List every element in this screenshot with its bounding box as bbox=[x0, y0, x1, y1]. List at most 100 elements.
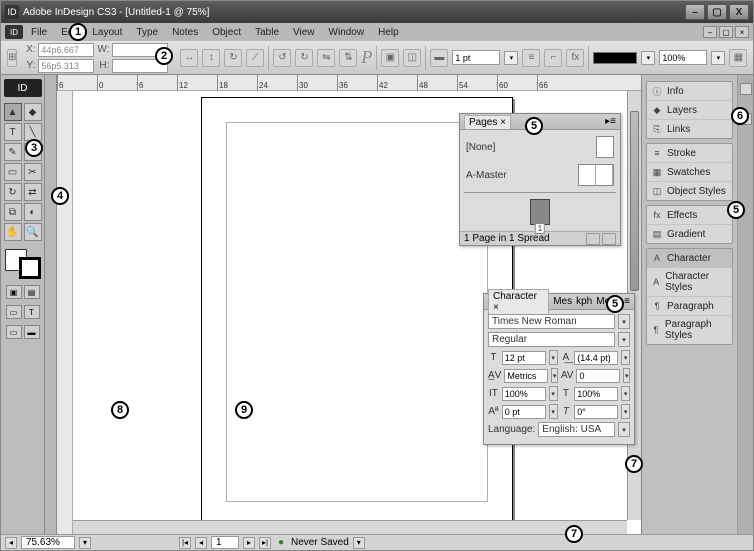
rectangle-tool[interactable]: ✂ bbox=[24, 163, 42, 181]
preflight-ok-icon[interactable]: ● bbox=[275, 537, 287, 549]
stroke-proxy-icon[interactable] bbox=[19, 257, 41, 279]
fill-dropdown[interactable]: ▾ bbox=[641, 51, 655, 65]
menu-object[interactable]: Object bbox=[206, 25, 247, 40]
stroke-style-icon[interactable]: ≡ bbox=[522, 49, 540, 67]
font-style-dropdown-icon[interactable]: ▾ bbox=[618, 332, 630, 347]
font-size-dropdown-icon[interactable]: ▾ bbox=[549, 350, 558, 365]
strip-icon[interactable] bbox=[740, 113, 752, 125]
flip-h-icon[interactable]: ⇋ bbox=[317, 49, 335, 67]
skew-input[interactable] bbox=[574, 405, 618, 419]
stroke-weight-input[interactable] bbox=[452, 50, 500, 65]
char-tab4[interactable]: Mes bbox=[596, 296, 615, 307]
menu-window[interactable]: Window bbox=[323, 25, 371, 40]
window-max-button[interactable]: ▢ bbox=[707, 4, 727, 20]
pages-tab[interactable]: Pages × bbox=[464, 115, 511, 129]
reference-point-icon[interactable]: ⊞ bbox=[7, 49, 17, 67]
leading-dropdown-icon[interactable]: ▾ bbox=[621, 350, 630, 365]
pencil-tool[interactable]: ▭ bbox=[24, 143, 42, 161]
panel-gradient[interactable]: ▤Gradient bbox=[647, 225, 732, 243]
line-tool[interactable]: ╲ bbox=[24, 123, 42, 141]
baseline-dropdown-icon[interactable]: ▾ bbox=[549, 404, 558, 419]
menu-layout[interactable]: Layout bbox=[86, 25, 128, 40]
pages-panel-header[interactable]: Pages × ▸≡ bbox=[460, 114, 620, 130]
tracking-dropdown-icon[interactable]: ▾ bbox=[623, 368, 630, 383]
skew-dropdown-icon[interactable]: ▾ bbox=[621, 404, 630, 419]
select-content-icon[interactable]: ◫ bbox=[403, 49, 421, 67]
rectangle-frame-tool[interactable]: ▭ bbox=[4, 163, 22, 181]
panel-paragraph[interactable]: ¶Paragraph bbox=[647, 297, 732, 316]
panel-info[interactable]: ⓘInfo bbox=[647, 82, 732, 101]
mdi-close-button[interactable]: × bbox=[735, 26, 749, 38]
last-page-button[interactable]: ▸| bbox=[259, 537, 271, 549]
page-number-field[interactable]: 1 bbox=[211, 536, 239, 549]
character-panel-menu-icon[interactable]: ▸≡ bbox=[619, 296, 630, 307]
gradient-tool[interactable]: ◐ bbox=[24, 203, 42, 221]
fill-swatch[interactable] bbox=[593, 52, 637, 64]
language-dropdown-icon[interactable]: ▾ bbox=[618, 422, 630, 437]
menu-view[interactable]: View bbox=[287, 25, 321, 40]
zoom-dropdown[interactable]: ▾ bbox=[711, 51, 725, 65]
formatting-text-icon[interactable]: T bbox=[24, 305, 40, 319]
zoom-dropdown-icon[interactable]: ▾ bbox=[79, 537, 91, 549]
panel-effects[interactable]: fxEffects bbox=[647, 206, 732, 225]
menu-notes[interactable]: Notes bbox=[166, 25, 204, 40]
horizontal-scrollbar[interactable] bbox=[73, 520, 627, 534]
current-page-thumb[interactable] bbox=[530, 199, 550, 225]
font-family-dropdown-icon[interactable]: ▾ bbox=[618, 314, 630, 329]
vertical-ruler[interactable] bbox=[57, 91, 73, 534]
cp-h-input[interactable] bbox=[112, 59, 168, 73]
effects-icon[interactable]: fx bbox=[566, 49, 584, 67]
spread-thumb-icon[interactable] bbox=[578, 164, 614, 186]
corner-icon[interactable]: ⌐ bbox=[544, 49, 562, 67]
scroll-thumb[interactable] bbox=[630, 111, 639, 291]
menu-type[interactable]: Type bbox=[130, 25, 164, 40]
rotate-tool[interactable]: ⇄ bbox=[24, 183, 42, 201]
pen-tool[interactable]: ✎ bbox=[4, 143, 22, 161]
mdi-min-button[interactable]: – bbox=[703, 26, 717, 38]
flip-v-icon[interactable]: ⇅ bbox=[339, 49, 357, 67]
hand-tool[interactable]: ✋ bbox=[4, 223, 22, 241]
type-tool[interactable]: T bbox=[4, 123, 22, 141]
fill-stroke-proxy[interactable] bbox=[5, 249, 41, 279]
stroke-icon[interactable]: ▬ bbox=[430, 49, 448, 67]
scale-y-icon[interactable]: ↕ bbox=[202, 49, 220, 67]
panel-swatches[interactable]: ▦Swatches bbox=[647, 163, 732, 182]
fit-icon[interactable]: ▦ bbox=[729, 49, 747, 67]
cp-y-input[interactable] bbox=[38, 59, 94, 73]
select-container-icon[interactable]: ▣ bbox=[381, 49, 399, 67]
menu-edit[interactable]: Edit bbox=[55, 25, 84, 40]
new-page-button[interactable] bbox=[586, 233, 600, 245]
cp-w-input[interactable] bbox=[112, 43, 168, 57]
rotate-ccw-icon[interactable]: ↺ bbox=[273, 49, 291, 67]
menu-table[interactable]: Table bbox=[249, 25, 285, 40]
selection-tool[interactable]: ▲ bbox=[4, 103, 22, 121]
zoom-tool[interactable]: 🔍 bbox=[24, 223, 42, 241]
pages-amaster-row[interactable]: A-Master bbox=[464, 162, 616, 188]
page-thumb-icon[interactable] bbox=[596, 136, 614, 158]
char-tab3[interactable]: kph bbox=[576, 296, 592, 307]
font-style-select[interactable]: Regular bbox=[488, 332, 615, 347]
zoom-nav-prev-icon[interactable]: ◂ bbox=[5, 537, 17, 549]
tracking-input[interactable] bbox=[576, 369, 620, 383]
apply-color-icon[interactable]: ▣ bbox=[6, 285, 22, 299]
panel-object-styles[interactable]: ◫Object Styles bbox=[647, 182, 732, 200]
rotate-cw-icon[interactable]: ↻ bbox=[295, 49, 313, 67]
panel-stroke[interactable]: ≡Stroke bbox=[647, 144, 732, 163]
horizontal-ruler[interactable]: 6 0 6 12 18 24 30 36 42 48 54 60 66 bbox=[57, 75, 641, 91]
kerning-input[interactable] bbox=[504, 369, 548, 383]
kerning-dropdown-icon[interactable]: ▾ bbox=[551, 368, 558, 383]
vscale-input[interactable] bbox=[502, 387, 546, 401]
menu-help[interactable]: Help bbox=[372, 25, 405, 40]
font-family-select[interactable]: Times New Roman bbox=[488, 314, 615, 329]
free-transform-tool[interactable]: ⧉ bbox=[4, 203, 22, 221]
normal-view-icon[interactable]: ▭ bbox=[6, 325, 22, 339]
zoom-level-field[interactable]: 75.63% bbox=[21, 536, 75, 549]
language-select[interactable]: English: USA bbox=[538, 422, 615, 437]
menu-file[interactable]: File bbox=[25, 25, 53, 40]
direct-selection-tool[interactable]: ◆ bbox=[24, 103, 42, 121]
char-tab2[interactable]: Mes bbox=[553, 296, 572, 307]
apply-gradient-icon[interactable]: ▤ bbox=[24, 285, 40, 299]
formatting-container-icon[interactable]: ▭ bbox=[6, 305, 22, 319]
scissors-tool[interactable]: ↻ bbox=[4, 183, 22, 201]
delete-page-button[interactable] bbox=[602, 233, 616, 245]
